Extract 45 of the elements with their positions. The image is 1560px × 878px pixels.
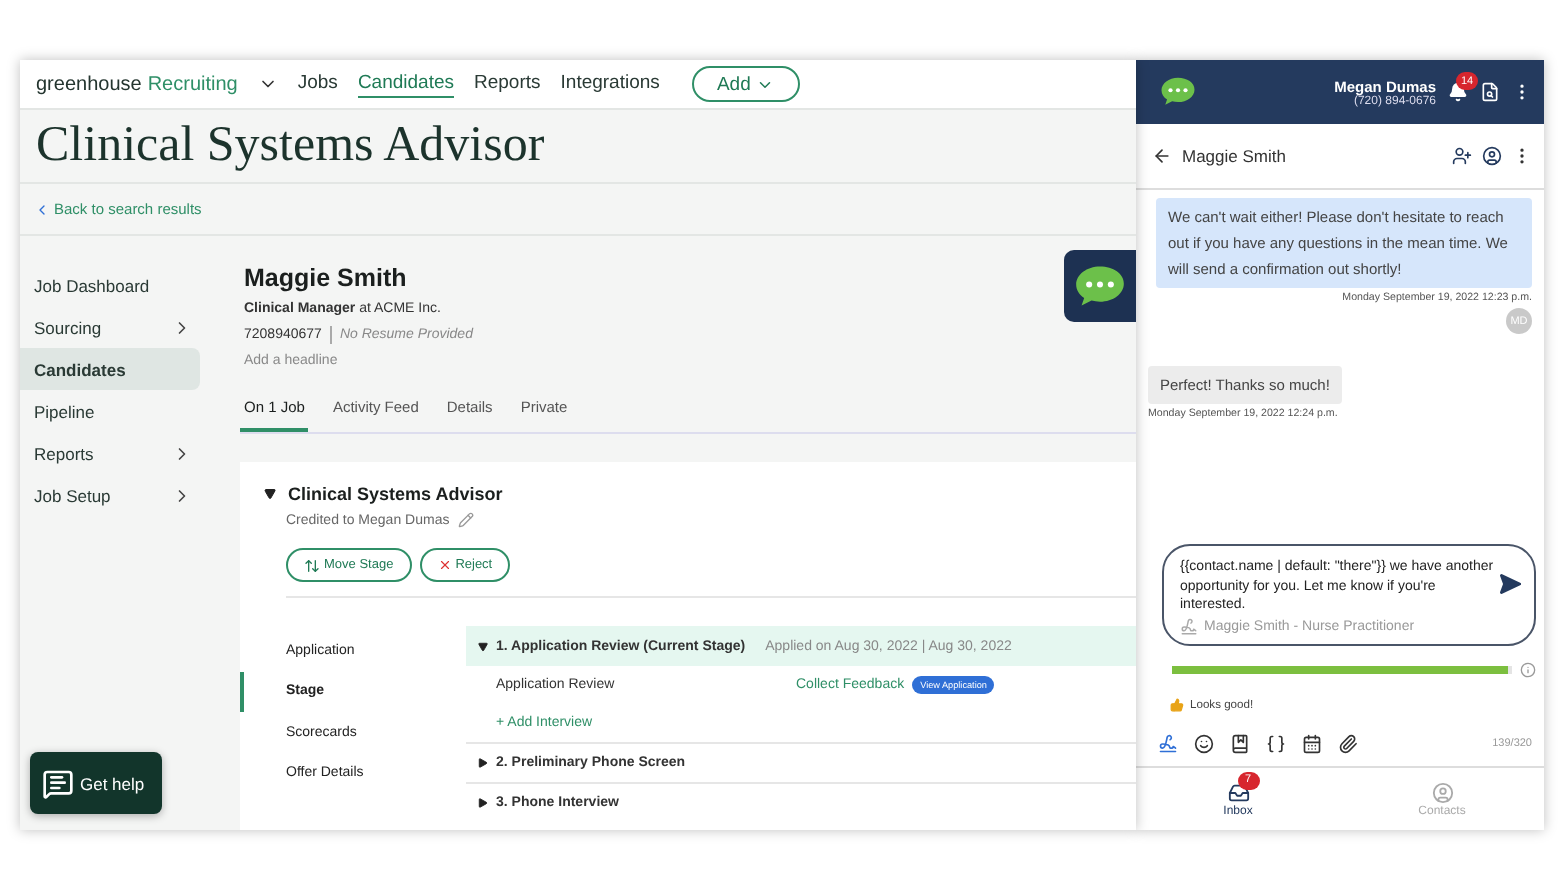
- candidate-name: Maggie Smith: [244, 264, 407, 292]
- paperclip-icon[interactable]: [1338, 734, 1358, 754]
- nav-link[interactable]: Candidates: [357, 71, 454, 97]
- nav-link[interactable]: Jobs: [297, 71, 338, 97]
- message-icon: [42, 767, 74, 799]
- book-icon[interactable]: [1230, 734, 1250, 754]
- chat-bubble-icon[interactable]: [1160, 76, 1196, 108]
- sidebar-item[interactable]: Candidates: [20, 348, 200, 390]
- nav-link[interactable]: Reports: [474, 71, 541, 97]
- triangle-icon: [478, 641, 488, 651]
- chat-bubble-icon[interactable]: [1074, 263, 1126, 309]
- user-icon[interactable]: [1482, 146, 1502, 166]
- add-user-icon[interactable]: [1452, 146, 1472, 166]
- close-icon: [437, 558, 452, 572]
- nav-link[interactable]: Integrations: [560, 71, 660, 97]
- app-logo[interactable]: greenhouse Recruiting: [36, 73, 238, 95]
- emoji-icon[interactable]: [1194, 734, 1214, 754]
- calendar-icon[interactable]: [1302, 734, 1322, 754]
- add-button[interactable]: Add: [691, 66, 800, 102]
- sidebar-item[interactable]: Reports: [20, 432, 200, 474]
- chat-launcher-button[interactable]: [1064, 250, 1136, 322]
- triangle-icon: [478, 758, 488, 768]
- expand-triangle-icon[interactable]: [264, 488, 276, 500]
- up-down-arrow-icon: [304, 557, 320, 573]
- braces-icon[interactable]: [1266, 734, 1286, 754]
- job-title: Clinical Systems Advisor: [288, 484, 503, 504]
- triangle-icon: [478, 798, 488, 808]
- sidebar-item[interactable]: Pipeline: [20, 390, 200, 432]
- signature-icon: [1180, 618, 1198, 636]
- signature-icon[interactable]: [1158, 734, 1178, 754]
- contact-name: Maggie Smith: [1182, 146, 1288, 166]
- user-icon: [1431, 781, 1453, 803]
- page-title: Clinical Systems Advisor: [36, 118, 545, 174]
- sidebar-item[interactable]: Job Setup: [20, 474, 200, 516]
- thumbs-up-icon: [1170, 698, 1184, 712]
- sidebar-item[interactable]: Sourcing: [20, 306, 200, 348]
- chevron-left-icon: [34, 201, 50, 217]
- back-arrow-icon[interactable]: [1152, 146, 1172, 166]
- sidebar-item[interactable]: Job Dashboard: [20, 264, 200, 306]
- inbox-icon: [1227, 781, 1249, 803]
- search-icon[interactable]: [1480, 82, 1500, 102]
- info-icon[interactable]: [1520, 662, 1536, 678]
- pencil-icon[interactable]: [457, 512, 474, 528]
- send-icon[interactable]: [1498, 572, 1522, 596]
- get-help-button[interactable]: Get help: [30, 752, 162, 814]
